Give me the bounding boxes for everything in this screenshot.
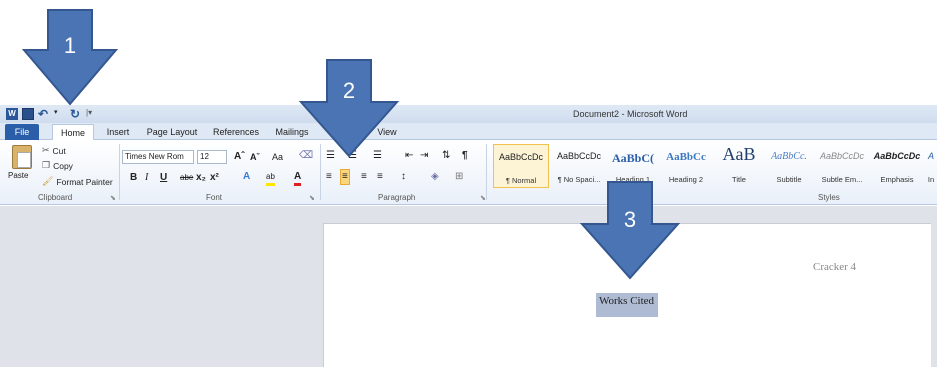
format-painter-button[interactable]: 🖌 Format Painter <box>42 176 113 187</box>
customize-qat-icon[interactable]: |▾ <box>86 108 98 120</box>
copy-icon: ❐ <box>42 160 51 170</box>
styles-group-label: Styles <box>818 193 840 202</box>
grow-font-button[interactable]: Aˆ <box>234 151 245 163</box>
ribbon: Paste ✂ Cut ❐ Copy 🖌 Format Painter Clip… <box>0 140 937 205</box>
strikethrough-button[interactable]: abe <box>180 172 193 184</box>
arrow-number: 2 <box>343 78 355 103</box>
tab-page-layout[interactable]: Page Layout <box>143 124 201 140</box>
style-name: ¶ Normal <box>505 176 537 185</box>
style-sample: A <box>927 151 934 161</box>
format-painter-label: Format Painter <box>56 176 113 187</box>
arrow-number: 1 <box>64 33 76 58</box>
style-sample: AaBbCc. <box>771 151 807 162</box>
style-sample: AaB <box>722 144 756 164</box>
selected-heading[interactable]: Works Cited <box>596 293 659 317</box>
quick-access-toolbar: W ↶ ▾ ↻ |▾ <box>6 108 98 120</box>
tab-insert[interactable]: Insert <box>101 124 135 140</box>
clipboard-launcher-icon[interactable]: ⬊ <box>110 194 116 202</box>
scissors-icon: ✂ <box>42 145 50 155</box>
style-subtle-emphasis[interactable]: AaBbCcDc Subtle Em... <box>815 144 869 188</box>
show-formatting-icon[interactable]: ¶ <box>462 150 468 162</box>
style-sample: AaBbCcDc <box>819 151 864 161</box>
bold-button[interactable]: B <box>130 172 137 184</box>
group-divider <box>119 144 120 200</box>
style-name: Emphasis <box>880 175 914 184</box>
style-emphasis[interactable]: AaBbCcDc Emphasis <box>869 144 925 188</box>
style-sample: AaBbC( <box>611 151 654 165</box>
cut-label: Cut <box>52 145 66 156</box>
font-launcher-icon[interactable]: ⬊ <box>309 194 315 202</box>
underline-button[interactable]: U <box>160 172 167 184</box>
paragraph-launcher-icon[interactable]: ⬊ <box>480 194 486 202</box>
group-divider <box>486 144 487 200</box>
paste-button[interactable]: Paste <box>8 171 28 180</box>
cut-button[interactable]: ✂ Cut <box>42 145 66 156</box>
tab-home[interactable]: Home <box>52 124 94 140</box>
style-name: Subtle Em... <box>821 175 863 184</box>
paintbrush-icon: 🖌 <box>42 176 54 186</box>
text-effects-icon[interactable]: A <box>243 171 250 183</box>
superscript-button[interactable]: x² <box>210 172 219 184</box>
shading-icon[interactable]: ◈ <box>431 171 439 183</box>
increase-indent-icon[interactable]: ⇥ <box>420 150 428 162</box>
decrease-indent-icon[interactable]: ⇤ <box>405 150 413 162</box>
ribbon-tabs: File Home Insert Page Layout References … <box>0 123 937 140</box>
style-sample: AaBbCcDc <box>556 151 601 161</box>
subscript-button[interactable]: x₂ <box>196 172 206 184</box>
word-app-icon[interactable]: W <box>6 108 18 120</box>
italic-button[interactable]: I <box>145 172 148 184</box>
copy-button[interactable]: ❐ Copy <box>42 160 73 171</box>
font-size-input[interactable]: 12 <box>197 150 227 164</box>
save-icon[interactable] <box>22 108 34 120</box>
align-right-icon[interactable]: ≡ <box>361 171 367 183</box>
title-bar: W ↶ ▾ ↻ |▾ Document2 - Microsoft Word <box>0 105 937 123</box>
annotation-arrow-2: 2 <box>298 59 400 158</box>
style-normal[interactable]: AaBbCcDc ¶ Normal <box>493 144 549 188</box>
tab-references[interactable]: References <box>210 124 262 140</box>
annotation-arrow-3: 3 <box>579 181 681 280</box>
styles-gallery: AaBbCcDc ¶ Normal AaBbCcDc ¶ No Spaci...… <box>489 144 937 188</box>
paste-icon[interactable] <box>12 145 32 169</box>
style-intense[interactable]: A In <box>925 144 937 188</box>
copy-label: Copy <box>53 160 73 171</box>
style-name: Title <box>732 175 746 184</box>
style-sample: AaBbCc <box>666 151 706 163</box>
borders-icon[interactable]: ⊞ <box>455 171 463 183</box>
align-center-icon[interactable]: ≡ <box>340 169 350 185</box>
style-name: Subtitle <box>776 175 802 184</box>
annotation-arrow-1: 1 <box>21 9 119 106</box>
highlight-color-icon[interactable]: ab <box>266 171 275 186</box>
redo-icon[interactable]: ↻ <box>70 108 82 120</box>
style-subtitle[interactable]: AaBbCc. Subtitle <box>763 144 815 188</box>
sort-icon[interactable]: ⇅ <box>442 150 450 162</box>
font-group-label: Font <box>206 193 223 202</box>
arrow-number: 3 <box>624 207 636 232</box>
page-header[interactable]: Cracker 4 <box>813 261 856 273</box>
font-family-input[interactable]: Times New Rom <box>122 150 194 164</box>
undo-dropdown-icon[interactable]: ▾ <box>54 108 66 120</box>
tab-file[interactable]: File <box>5 124 39 140</box>
font-color-icon[interactable]: A <box>294 171 302 186</box>
line-spacing-icon[interactable]: ↕ <box>401 171 406 183</box>
paragraph-group-label: Paragraph <box>378 193 416 202</box>
change-case-button[interactable]: Aa <box>272 151 283 163</box>
undo-icon[interactable]: ↶ <box>38 108 50 120</box>
window-title: Document2 - Microsoft Word <box>573 109 688 119</box>
style-name: In <box>927 175 935 184</box>
clipboard-group-label: Clipboard <box>38 193 73 202</box>
style-title[interactable]: AaB Title <box>715 144 763 188</box>
justify-icon[interactable]: ≡ <box>377 171 383 183</box>
align-left-icon[interactable]: ≡ <box>326 171 332 183</box>
style-sample: AaBbCcDc <box>873 151 921 161</box>
shrink-font-button[interactable]: Aˇ <box>250 151 260 163</box>
document-workspace: Cracker 4 Works Cited <box>0 206 937 367</box>
style-sample: AaBbCcDc <box>498 152 543 162</box>
